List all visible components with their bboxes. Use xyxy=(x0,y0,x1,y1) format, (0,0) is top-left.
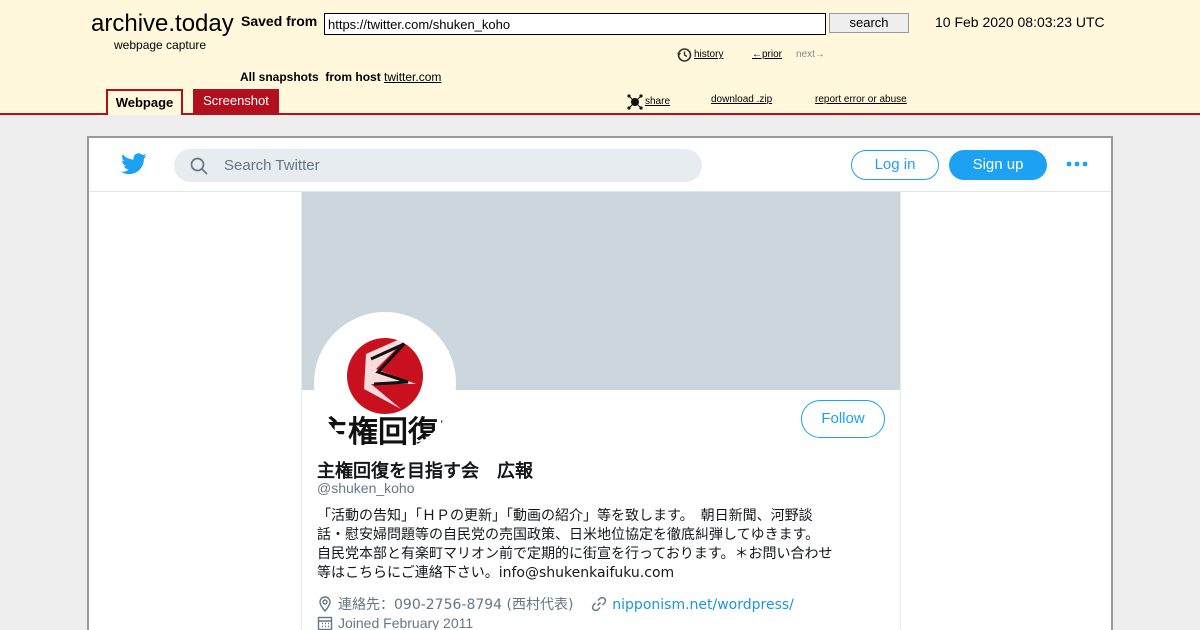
snapshots-label[interactable]: All snapshots xyxy=(240,70,319,84)
share-icon[interactable] xyxy=(627,94,643,110)
url-input[interactable] xyxy=(324,13,826,35)
twitter-topbar: Search Twitter Log in Sign up xyxy=(89,138,1111,192)
snapshots-line: All snapshots from host twitter.com xyxy=(240,70,441,84)
twitter-search-box[interactable]: Search Twitter xyxy=(174,149,702,182)
joined-date: Joined February 2011 xyxy=(338,615,474,630)
bio-line: 自民党本部と有楽町マリオン前で定期的に街宣を行っております。＊お問い合わせ xyxy=(317,546,833,562)
profile-column: 主権回復を Follow 主権回復を目指す会 広報 @shuken_koho 「… xyxy=(301,192,901,630)
saved-from-label: Saved from xyxy=(241,13,318,29)
bio-line: 話・慰安婦問題等の自民党の売国政策、日米地位協定を徹底糾弾してゆきます。 xyxy=(317,527,820,543)
report-link[interactable]: report error or abuse xyxy=(815,94,907,105)
archive-subtitle: webpage capture xyxy=(114,38,207,52)
capture-date: 10 Feb 2020 08:03:23 UTC xyxy=(935,14,1105,30)
profile-handle[interactable]: @shuken_koho xyxy=(317,480,415,496)
profile-location: 連絡先：090-2756-8794 (西村代表) xyxy=(338,597,574,613)
search-placeholder: Search Twitter xyxy=(224,157,320,174)
bio-line: 等はこちらにご連絡下さい。info@shukenkaifuku.com xyxy=(317,565,675,581)
bio-line: 「活動の告知」「ＨＰの更新」「動画の紹介」等を致します。 朝日新聞、河野談 xyxy=(317,508,813,524)
profile-meta: 連絡先：090-2756-8794 (西村代表) nipponism.net/w… xyxy=(317,594,794,614)
profile-bio: 「活動の告知」「ＨＰの更新」「動画の紹介」等を致します。 朝日新聞、河野談 話・… xyxy=(317,507,887,583)
avatar-logo-image: 主権回復を xyxy=(316,314,454,452)
history-link[interactable]: history xyxy=(694,49,723,60)
login-button[interactable]: Log in xyxy=(851,150,939,180)
follow-button[interactable]: Follow xyxy=(801,400,885,438)
twitter-bird-icon[interactable] xyxy=(121,152,147,176)
location-icon xyxy=(319,596,331,612)
host-link[interactable]: twitter.com xyxy=(384,70,441,84)
search-icon xyxy=(190,157,208,175)
calendar-icon xyxy=(317,616,333,630)
from-host-label: from host xyxy=(325,70,381,84)
archive-header: archive.today webpage capture Saved from… xyxy=(0,0,1200,115)
download-zip-link[interactable]: download .zip xyxy=(711,94,772,105)
history-icon[interactable] xyxy=(676,47,692,63)
signup-button[interactable]: Sign up xyxy=(949,150,1047,180)
captured-page-frame: Search Twitter Log in Sign up 主権回復を Foll… xyxy=(87,136,1113,630)
prior-link[interactable]: ←prior xyxy=(752,49,782,60)
tab-screenshot[interactable]: Screenshot xyxy=(193,89,279,114)
profile-joined: Joined February 2011 xyxy=(317,615,473,630)
profile-website-link[interactable]: nipponism.net/wordpress/ xyxy=(612,597,794,613)
avatar-text: 主権回復を xyxy=(318,415,454,450)
more-options-icon[interactable] xyxy=(1066,160,1088,168)
search-button[interactable]: search xyxy=(829,13,909,33)
archive-logo[interactable]: archive.today xyxy=(91,10,234,38)
share-link[interactable]: share xyxy=(645,96,670,107)
tab-webpage[interactable]: Webpage xyxy=(106,89,183,115)
next-link: next→ xyxy=(796,49,825,60)
link-icon xyxy=(592,596,607,612)
avatar[interactable]: 主権回復を xyxy=(314,312,456,454)
